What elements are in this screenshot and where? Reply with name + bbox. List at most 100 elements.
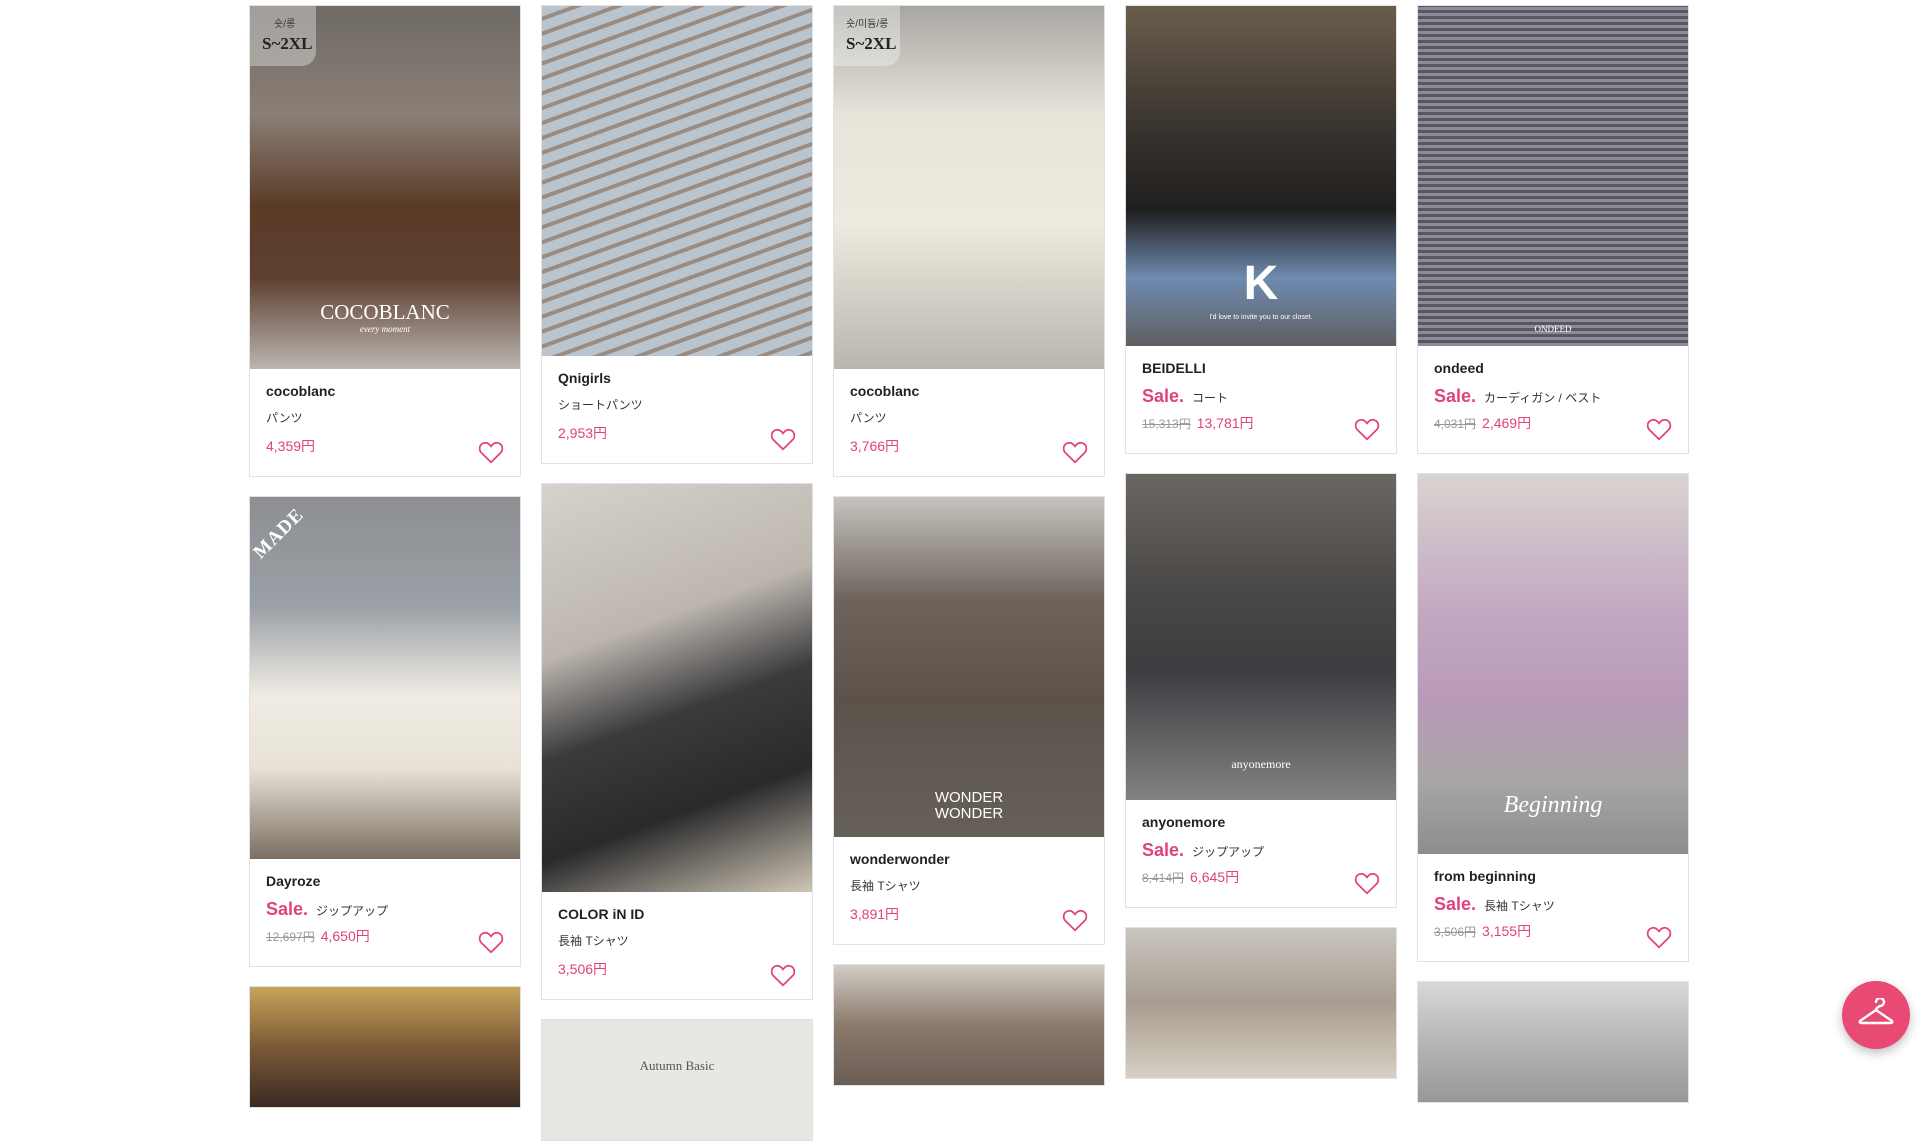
product-card[interactable] (1417, 981, 1689, 1103)
product-card[interactable]: Qnigirls ショートパンツ 2,953円 (541, 5, 813, 464)
product-card[interactable]: anyonemore anyonemore Sale. ジップアップ 8,414円… (1125, 473, 1397, 908)
category-row: 長袖 Tシャツ (558, 932, 796, 950)
product-card[interactable] (249, 986, 521, 1108)
product-column-3: 숏/미듐/롱 S~2XL cocoblanc パンツ 3,766円 WONDER… (833, 5, 1105, 1086)
category-label: パンツ (850, 411, 887, 425)
sale-label: Sale. (1142, 840, 1185, 860)
heart-icon[interactable] (770, 963, 796, 987)
product-card[interactable]: WONDER WONDER wonderwonder 長袖 Tシャツ 3,891… (833, 496, 1105, 945)
product-image[interactable]: MADE (250, 497, 520, 859)
product-image[interactable] (542, 484, 812, 892)
product-column-4: K I'd love to invite you to our closet. … (1125, 5, 1397, 1079)
brand-name[interactable]: from beginning (1434, 868, 1672, 884)
badge-size-text: S~2XL (262, 34, 313, 53)
closet-fab-button[interactable] (1842, 981, 1910, 1049)
category-row: Sale. カーディガン / ベスト (1434, 386, 1672, 406)
brand-name[interactable]: cocoblanc (850, 383, 1088, 399)
product-image[interactable]: Autumn Basic (542, 1020, 812, 1140)
category-label: 長袖 Tシャツ (1484, 899, 1555, 913)
product-image[interactable]: WONDER WONDER (834, 497, 1104, 837)
price: 2,469円 (1482, 415, 1532, 431)
badge-length-text: 숏/롱 (274, 19, 296, 30)
original-price: 12,697円 (266, 930, 315, 944)
heart-icon[interactable] (1646, 417, 1672, 441)
original-price: 8,414円 (1142, 871, 1185, 885)
product-image[interactable]: K I'd love to invite you to our closet. (1126, 6, 1396, 346)
product-column-5: ONDEED ondeed Sale. カーディガン / ベスト 4,031円 2,… (1417, 5, 1689, 1103)
product-image[interactable] (1418, 982, 1688, 1102)
product-info: Qnigirls ショートパンツ 2,953円 (542, 356, 812, 463)
price: 3,506円 (558, 961, 608, 977)
brand-logo-icon: K (1243, 257, 1279, 310)
category-row: 長袖 Tシャツ (850, 877, 1088, 895)
heart-icon[interactable] (1354, 417, 1380, 441)
product-card[interactable] (833, 964, 1105, 1086)
brand-watermark: WONDER (934, 805, 1004, 822)
product-image[interactable]: 숏/롱 S~2XL COCOBLANC every moment (250, 6, 520, 369)
badge-size-text: S~2XL (846, 34, 897, 53)
product-image[interactable]: anyonemore (1126, 474, 1396, 800)
category-row: Sale. ジップアップ (1142, 840, 1380, 860)
product-info: cocoblanc パンツ 3,766円 (834, 369, 1104, 476)
product-card[interactable] (1125, 927, 1397, 1079)
product-image[interactable] (250, 987, 520, 1107)
product-info: Dayroze Sale. ジップアップ 12,697円 4,650円 (250, 859, 520, 966)
product-image[interactable] (542, 6, 812, 356)
product-image[interactable]: ONDEED (1418, 6, 1688, 346)
heart-icon[interactable] (1646, 925, 1672, 949)
price-row: 12,697円 4,650円 (266, 926, 504, 946)
autumn-basic-watermark: Autumn Basic (639, 1058, 715, 1073)
price-row: 4,031円 2,469円 (1434, 413, 1672, 433)
heart-icon[interactable] (770, 427, 796, 451)
product-image[interactable]: 숏/미듐/롱 S~2XL (834, 6, 1104, 369)
category-label: カーディガン / ベスト (1484, 391, 1602, 405)
product-card[interactable]: COLOR iN ID 長袖 Tシャツ 3,506円 (541, 483, 813, 1000)
heart-icon[interactable] (478, 930, 504, 954)
hanger-icon (1856, 996, 1896, 1033)
brand-watermark-sub: every moment (359, 324, 411, 334)
category-row: Sale. ジップアップ (266, 899, 504, 919)
price: 2,953円 (558, 425, 608, 441)
brand-watermark: COCOBLANC (320, 300, 450, 324)
brand-watermark: Beginning (1503, 792, 1603, 818)
category-label: ショートパンツ (558, 398, 643, 412)
original-price: 15,313円 (1142, 417, 1191, 431)
heart-icon[interactable] (1062, 908, 1088, 932)
brand-name[interactable]: BEIDELLI (1142, 360, 1380, 376)
brand-name[interactable]: Qnigirls (558, 370, 796, 386)
price: 4,359円 (266, 438, 316, 454)
product-card[interactable]: K I'd love to invite you to our closet. … (1125, 5, 1397, 454)
category-label: ジップアップ (1192, 845, 1265, 859)
product-image[interactable] (1126, 928, 1396, 1078)
product-info: anyonemore Sale. ジップアップ 8,414円 6,645円 (1126, 800, 1396, 907)
product-card[interactable]: ONDEED ondeed Sale. カーディガン / ベスト 4,031円 2,… (1417, 5, 1689, 454)
made-badge: MADE (250, 497, 330, 577)
brand-watermark: ONDEED (1534, 324, 1572, 334)
brand-name[interactable]: Dayroze (266, 873, 504, 889)
price: 3,155円 (1482, 923, 1532, 939)
size-badge: 숏/미듐/롱 S~2XL (834, 6, 900, 66)
price-row: 15,313円 13,781円 (1142, 413, 1380, 433)
brand-name[interactable]: ondeed (1434, 360, 1672, 376)
heart-icon[interactable] (1354, 871, 1380, 895)
product-card[interactable]: Beginning from beginning Sale. 長袖 Tシャツ 3,… (1417, 473, 1689, 962)
heart-icon[interactable] (478, 440, 504, 464)
product-image[interactable] (834, 965, 1104, 1085)
price-row: 3,891円 (850, 904, 1088, 924)
product-card[interactable]: MADE Dayroze Sale. ジップアップ 12,697円 4,650円 (249, 496, 521, 967)
brand-name[interactable]: wonderwonder (850, 851, 1088, 867)
badge-length-text: 숏/미듐/롱 (846, 19, 889, 30)
price-row: 3,766円 (850, 436, 1088, 456)
sale-label: Sale. (1142, 386, 1185, 406)
product-card[interactable]: Autumn Basic (541, 1019, 813, 1141)
product-column-2: Qnigirls ショートパンツ 2,953円 COLOR iN ID 長袖 T… (541, 5, 813, 1141)
made-badge-text: MADE (250, 504, 309, 564)
category-row: パンツ (266, 409, 504, 427)
brand-name[interactable]: cocoblanc (266, 383, 504, 399)
brand-name[interactable]: COLOR iN ID (558, 906, 796, 922)
product-card[interactable]: 숏/미듐/롱 S~2XL cocoblanc パンツ 3,766円 (833, 5, 1105, 477)
product-image[interactable]: Beginning (1418, 474, 1688, 854)
product-card[interactable]: 숏/롱 S~2XL COCOBLANC every moment cocobla… (249, 5, 521, 477)
brand-name[interactable]: anyonemore (1142, 814, 1380, 830)
heart-icon[interactable] (1062, 440, 1088, 464)
